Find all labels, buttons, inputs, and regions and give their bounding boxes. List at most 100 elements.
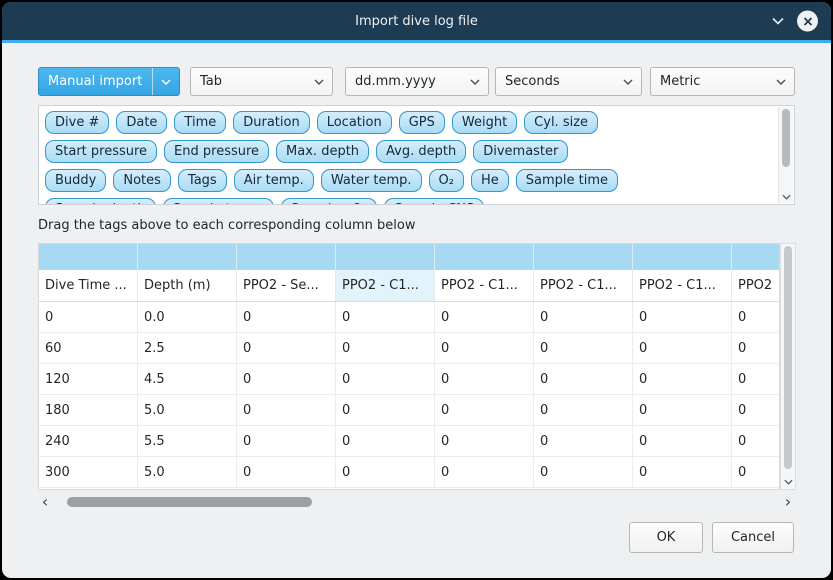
drag-tag[interactable]: Weight: [452, 111, 517, 134]
combo-value: Metric: [660, 74, 700, 89]
table-row: 602.5000000: [39, 333, 779, 364]
drag-tag[interactable]: GPS: [399, 111, 445, 134]
table-cell: 0: [435, 302, 534, 332]
close-button[interactable]: [797, 11, 818, 32]
drop-target-cell[interactable]: [39, 244, 138, 270]
table-row: 1805.0000000: [39, 395, 779, 426]
drag-tag[interactable]: Sample pO₂: [281, 198, 378, 204]
column-header[interactable]: PPO2 - C1...: [633, 270, 732, 301]
titlebar[interactable]: Import dive log file: [2, 2, 831, 40]
table-cell: 0: [732, 457, 780, 487]
scrollbar-thumb[interactable]: [784, 246, 792, 469]
table-cell: 0: [732, 333, 780, 363]
drop-target-cell[interactable]: [732, 244, 780, 270]
scroll-down-icon[interactable]: [779, 194, 793, 200]
scrollbar-thumb[interactable]: [782, 109, 790, 167]
table-cell: 0: [435, 457, 534, 487]
date-format-select[interactable]: dd.mm.yyyy: [345, 67, 489, 96]
drag-tag[interactable]: He: [471, 169, 509, 192]
table-cell: 5.0: [138, 457, 237, 487]
table-row: 1204.5000000: [39, 364, 779, 395]
table-cell: 0: [732, 395, 780, 425]
drag-tag[interactable]: Sample time: [516, 169, 618, 192]
table-cell: 0: [336, 364, 435, 394]
drag-tag[interactable]: Sample depth: [45, 198, 156, 204]
table-cell: 0: [237, 364, 336, 394]
drop-target-cell[interactable]: [237, 244, 336, 270]
table-horizontal-scrollbar[interactable]: ‹ ›: [38, 495, 795, 509]
instruction-label: Drag the tags above to each correspondin…: [38, 218, 795, 233]
drag-tag[interactable]: O₂: [429, 169, 464, 192]
drag-tag[interactable]: Notes: [113, 169, 171, 192]
scrollbar-track[interactable]: [55, 497, 778, 507]
drag-tag[interactable]: Time: [174, 111, 226, 134]
drag-tag[interactable]: Location: [317, 111, 392, 134]
tag-row: Start pressure End pressure Max. depth Avg.…: [45, 140, 772, 163]
table-cell: 0: [39, 302, 138, 332]
drop-target-cell[interactable]: [336, 244, 435, 270]
table-row: 3005.0000000: [39, 457, 779, 488]
duration-format-select[interactable]: Seconds: [495, 67, 642, 96]
column-header[interactable]: PPO2 - C1...: [336, 270, 435, 301]
table-cell: 0: [435, 426, 534, 456]
drop-target-cell[interactable]: [138, 244, 237, 270]
table-cell: 0: [534, 457, 633, 487]
table-scrollbar[interactable]: [780, 243, 796, 490]
table-cell: 4.5: [138, 364, 237, 394]
drag-tag[interactable]: Date: [116, 111, 167, 134]
table-cell: 5.0: [138, 395, 237, 425]
drag-tag[interactable]: Sample temp.: [163, 198, 274, 204]
drop-target-cell[interactable]: [633, 244, 732, 270]
chevron-down-icon: [306, 68, 332, 95]
drop-target-cell[interactable]: [435, 244, 534, 270]
drag-tag[interactable]: End pressure: [164, 140, 269, 163]
drag-tag[interactable]: Air temp.: [234, 169, 314, 192]
separator-select[interactable]: Tab: [190, 67, 333, 96]
table-cell: 180: [39, 395, 138, 425]
column-header[interactable]: Depth (m): [138, 270, 237, 301]
units-select[interactable]: Metric: [650, 67, 795, 96]
table-cell: 0: [732, 364, 780, 394]
drag-tag[interactable]: Max. depth: [276, 140, 369, 163]
table-cell: 0: [435, 333, 534, 363]
scrollbar-thumb[interactable]: [67, 497, 312, 507]
drag-tag[interactable]: Start pressure: [45, 140, 157, 163]
column-header[interactable]: PPO2 - C1...: [435, 270, 534, 301]
drag-tag[interactable]: Dive #: [45, 111, 109, 134]
drag-tag[interactable]: Duration: [233, 111, 309, 134]
tag-panel-scrollbar[interactable]: [778, 107, 793, 203]
drag-tag[interactable]: Cyl. size: [524, 111, 598, 134]
drag-tag[interactable]: Water temp.: [321, 169, 422, 192]
combo-value: dd.mm.yyyy: [355, 74, 436, 89]
table-cell: 0: [633, 364, 732, 394]
drag-tag[interactable]: Tags: [178, 169, 227, 192]
scroll-down-icon[interactable]: [781, 479, 795, 485]
chevron-down-icon[interactable]: [771, 17, 785, 25]
drop-target-cell[interactable]: [534, 244, 633, 270]
table-cell: 0: [237, 457, 336, 487]
column-header[interactable]: Dive Time ...: [39, 270, 138, 301]
chevron-down-icon: [615, 68, 641, 95]
table-cell: 0: [534, 426, 633, 456]
column-header[interactable]: PPO2: [732, 270, 780, 301]
scroll-right-icon[interactable]: ›: [781, 494, 795, 510]
cancel-button[interactable]: Cancel: [712, 522, 794, 553]
table-row: 00.0000000: [39, 302, 779, 333]
column-header[interactable]: PPO2 - Se...: [237, 270, 336, 301]
window-title: Import dive log file: [355, 14, 478, 29]
table-cell: 0: [534, 333, 633, 363]
accent-divider: [2, 40, 831, 43]
import-mode-select[interactable]: Manual import: [38, 67, 180, 96]
drag-tag[interactable]: Buddy: [45, 169, 106, 192]
ok-button[interactable]: OK: [629, 522, 703, 553]
table-cell: 60: [39, 333, 138, 363]
tag-panel: Dive # Date Time Duration Location GPS Weight C…: [38, 105, 795, 205]
scroll-left-icon[interactable]: ‹: [38, 494, 52, 510]
drag-tag[interactable]: Divemaster: [473, 140, 568, 163]
column-header[interactable]: PPO2 - C1...: [534, 270, 633, 301]
tag-row: Buddy Notes Tags Air temp. Water temp. O₂ He Sa…: [45, 169, 772, 192]
table-row: 2405.5000000: [39, 426, 779, 457]
import-options-toolbar: Manual import Tab dd.mm.yyyy Seconds Met…: [38, 67, 795, 96]
drag-tag[interactable]: Avg. depth: [376, 140, 466, 163]
drag-tag[interactable]: Sample CNS: [384, 198, 484, 204]
